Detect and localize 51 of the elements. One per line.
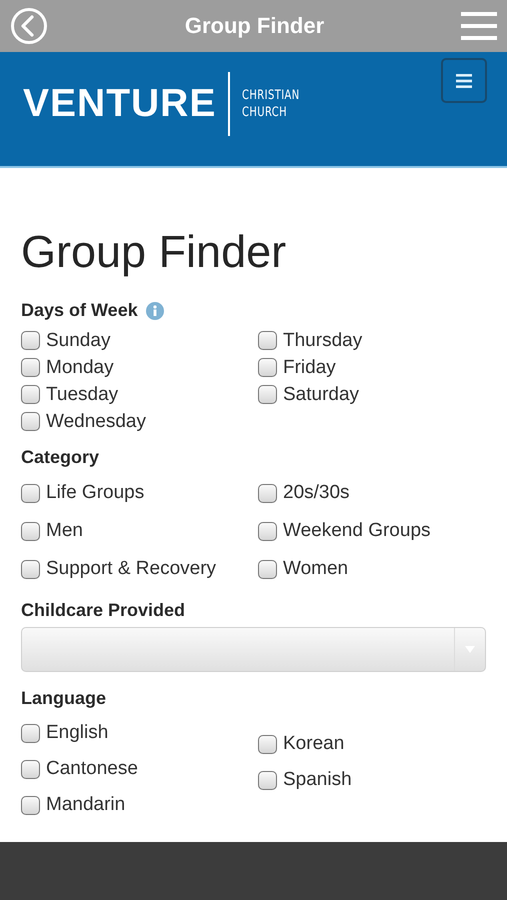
checkbox-label: Sunday <box>46 330 110 352</box>
site-menu-button[interactable] <box>441 58 487 103</box>
checkbox[interactable] <box>21 412 40 431</box>
checkbox[interactable] <box>258 484 277 502</box>
checkbox-label: English <box>46 722 108 744</box>
section-label: Childcare Provided <box>21 600 186 621</box>
checkbox[interactable] <box>21 522 40 540</box>
checkbox-label: Mandarin <box>46 794 126 816</box>
section-label: Language <box>21 688 106 709</box>
checkbox[interactable] <box>258 734 277 754</box>
checkbox[interactable] <box>258 358 277 377</box>
logo-wordmark: VENTURE <box>23 82 216 126</box>
checkbox[interactable] <box>21 724 40 742</box>
checkbox[interactable] <box>21 760 40 778</box>
checkbox[interactable] <box>258 385 277 404</box>
checkbox[interactable] <box>258 522 277 540</box>
checkbox-label: Monday <box>46 356 114 378</box>
checkbox-label: Women <box>283 558 348 580</box>
logo-subtitle: CHRISTIAN <box>242 87 300 104</box>
checkbox-label: Cantonese <box>46 758 138 780</box>
checkbox-label: Men <box>46 520 83 542</box>
select-field[interactable] <box>21 627 486 672</box>
checkbox-label: Support & Recovery <box>46 558 216 580</box>
checkbox-label: Weekend Groups <box>283 520 431 542</box>
checkbox-label: Life Groups <box>46 482 144 504</box>
checkbox-label: Wednesday <box>46 410 146 432</box>
checkbox[interactable] <box>258 560 277 578</box>
section-label: Days of Week <box>21 300 138 321</box>
checkbox[interactable] <box>21 358 40 377</box>
checkbox[interactable] <box>21 484 40 502</box>
checkbox[interactable] <box>21 796 40 814</box>
menu-icon <box>456 74 472 88</box>
checkbox-label: Korean <box>283 733 344 755</box>
checkbox-label: Tuesday <box>46 384 118 406</box>
checkbox[interactable] <box>21 385 40 404</box>
checkbox-label: Saturday <box>283 384 360 406</box>
checkbox-label: 20s/30s <box>283 482 350 504</box>
app-title: Group Finder <box>184 13 324 39</box>
logo-subtitle: CHURCH <box>242 104 288 121</box>
checkbox-label: Friday <box>283 356 336 378</box>
page-title: Group Finder <box>21 226 286 278</box>
checkbox-label: Spanish <box>283 769 352 791</box>
menu-button[interactable] <box>460 11 497 41</box>
back-button[interactable] <box>10 7 48 45</box>
checkbox[interactable] <box>21 560 40 578</box>
checkbox[interactable] <box>258 331 277 350</box>
checkbox-label: Thursday <box>283 330 362 352</box>
info-icon[interactable] <box>146 302 164 320</box>
checkbox[interactable] <box>21 331 40 350</box>
checkbox[interactable] <box>258 770 277 790</box>
section-label: Category <box>21 447 100 468</box>
